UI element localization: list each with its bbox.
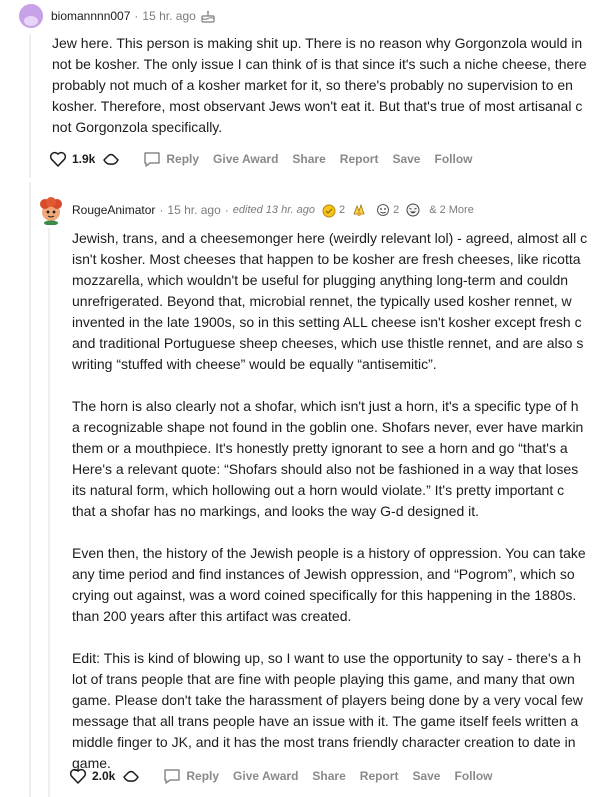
upvote-icon[interactable] (48, 149, 68, 169)
follow-button[interactable]: Follow (434, 152, 472, 166)
comment-paragraph: Edit: This is kind of blowing up, so I w… (72, 648, 606, 774)
give-award-button[interactable]: Give Award (213, 152, 278, 166)
award-gold[interactable]: 2 (321, 202, 345, 218)
comment-text-line: that a shofar has no markings, and looks… (72, 503, 480, 519)
gold-award-icon (322, 204, 336, 218)
separator-dot: · (224, 203, 229, 217)
downvote-icon[interactable] (101, 149, 121, 169)
comment-text-line: not be kosher. The only issue I can thin… (52, 56, 587, 72)
comment-timestamp[interactable]: 15 hr. ago (167, 203, 220, 217)
award-wholesome[interactable]: 2 (375, 202, 399, 218)
vote-count: 1.9k (72, 152, 96, 166)
follow-button[interactable]: Follow (454, 769, 492, 783)
comment-actions: 1.9k Reply Give Award Share Report Save … (48, 148, 486, 170)
comment-text-line: Here's a relevant quote: “Shofars should… (72, 461, 579, 477)
wholesome-award-icon (377, 204, 390, 216)
comment-text-line: The horn is also clearly not a shofar, w… (72, 398, 579, 414)
snoo-avatar-icon (40, 197, 62, 226)
comment-text-line: Jewish, trans, and a cheesemonger here (… (72, 230, 588, 246)
edited-label: edited 13 hr. ago (232, 204, 315, 216)
comment-actions: 2.0k Reply Give Award Share Report Save … (68, 765, 506, 787)
helpful-award-icon (353, 203, 365, 216)
avatar[interactable] (19, 4, 43, 28)
comment-text-line: invented in the late 1900s, so in this s… (72, 314, 582, 330)
separator-dot: · (134, 9, 139, 23)
award-count: 2 (393, 204, 400, 216)
comment-text-line: and traditional Portuguese sheep cheeses… (72, 335, 584, 351)
comment-text-line: lot of trans people that are fine with p… (72, 671, 575, 687)
comment-text-line: game. Please don't take the harassment o… (72, 692, 583, 708)
cake-day-icon (200, 8, 216, 24)
comment-author[interactable]: biomannnn007 (51, 9, 130, 23)
comment-text-line: Edit: This is kind of blowing up, so I w… (72, 650, 582, 666)
more-awards-link[interactable]: & 2 More (429, 204, 474, 216)
give-award-button[interactable]: Give Award (233, 769, 298, 783)
comment-text-line: message that all trans people have an is… (72, 713, 579, 729)
separator-dot: · (159, 203, 164, 217)
share-button[interactable]: Share (312, 769, 345, 783)
report-button[interactable]: Report (340, 152, 379, 166)
comment-text-line: a recognizable shape not found in the go… (72, 419, 584, 435)
comment-text-line: not Gorgonzola specifically. (52, 119, 223, 135)
comment-text-line: Jew here. This person is making shit up.… (52, 35, 583, 51)
comment-text-line: isn't kosher. Most cheeses that happen t… (72, 251, 581, 267)
comment-text-line: any time period and find instances of Je… (72, 566, 575, 582)
comment-paragraph: The horn is also clearly not a shofar, w… (72, 396, 606, 522)
comment-text-line: crying out against, was a word coined sp… (72, 587, 577, 603)
comment-header: biomannnn007 · 15 hr. ago (19, 2, 216, 30)
save-button[interactable]: Save (392, 152, 420, 166)
thread-line[interactable] (29, 34, 31, 178)
save-button[interactable]: Save (412, 769, 440, 783)
award-laughing[interactable] (405, 202, 423, 218)
comment-text-line: mozzarella, which wouldn't be useful for… (72, 272, 569, 288)
thread-line[interactable] (29, 182, 31, 797)
snoo-avatar-icon (19, 4, 43, 28)
award-helpful[interactable] (351, 202, 369, 218)
comment-text-line: probably not much of a kosher market for… (52, 77, 573, 93)
comment-text-line: than 200 years after this artifact was c… (72, 608, 352, 624)
downvote-icon[interactable] (121, 766, 141, 786)
avatar[interactable] (36, 195, 66, 226)
vote-count: 2.0k (92, 769, 116, 783)
comment-author[interactable]: RougeAnimator (72, 203, 155, 217)
comment-header: RougeAnimator · 15 hr. ago · edited 13 h… (36, 194, 474, 226)
reply-icon[interactable] (143, 150, 161, 168)
comment-paragraph: Jewish, trans, and a cheesemonger here (… (72, 228, 606, 375)
laughing-award-icon (406, 203, 420, 217)
reply-icon[interactable] (163, 767, 181, 785)
comment-body: Jew here. This person is making shit up.… (52, 33, 606, 138)
comment-text-line: middle finger to JK, and it has the most… (72, 734, 576, 750)
comment-body: Jewish, trans, and a cheesemonger here (… (72, 228, 606, 774)
reply-button[interactable]: Reply (166, 152, 199, 166)
comment-text-line: its natural form, which hollowing out a … (72, 482, 565, 498)
comment-timestamp[interactable]: 15 hr. ago (142, 9, 195, 23)
comment-text-line: writing “stuffed with cheese” would be e… (72, 356, 437, 372)
share-button[interactable]: Share (292, 152, 325, 166)
comment-paragraph: Even then, the history of the Jewish peo… (72, 543, 606, 627)
comment-text-line: them or a mouthpiece. It's honestly pret… (72, 440, 568, 456)
comment-text-line: kosher. Therefore, most observant Jews w… (52, 98, 583, 114)
thread-line[interactable] (48, 228, 50, 797)
award-count: 2 (338, 204, 346, 216)
comment-text-line: Even then, the history of the Jewish peo… (72, 545, 586, 561)
report-button[interactable]: Report (360, 769, 399, 783)
reply-button[interactable]: Reply (186, 769, 219, 783)
upvote-icon[interactable] (68, 766, 88, 786)
comment-text-line: unrefrigerated. Beyond that, microbial r… (72, 293, 572, 309)
